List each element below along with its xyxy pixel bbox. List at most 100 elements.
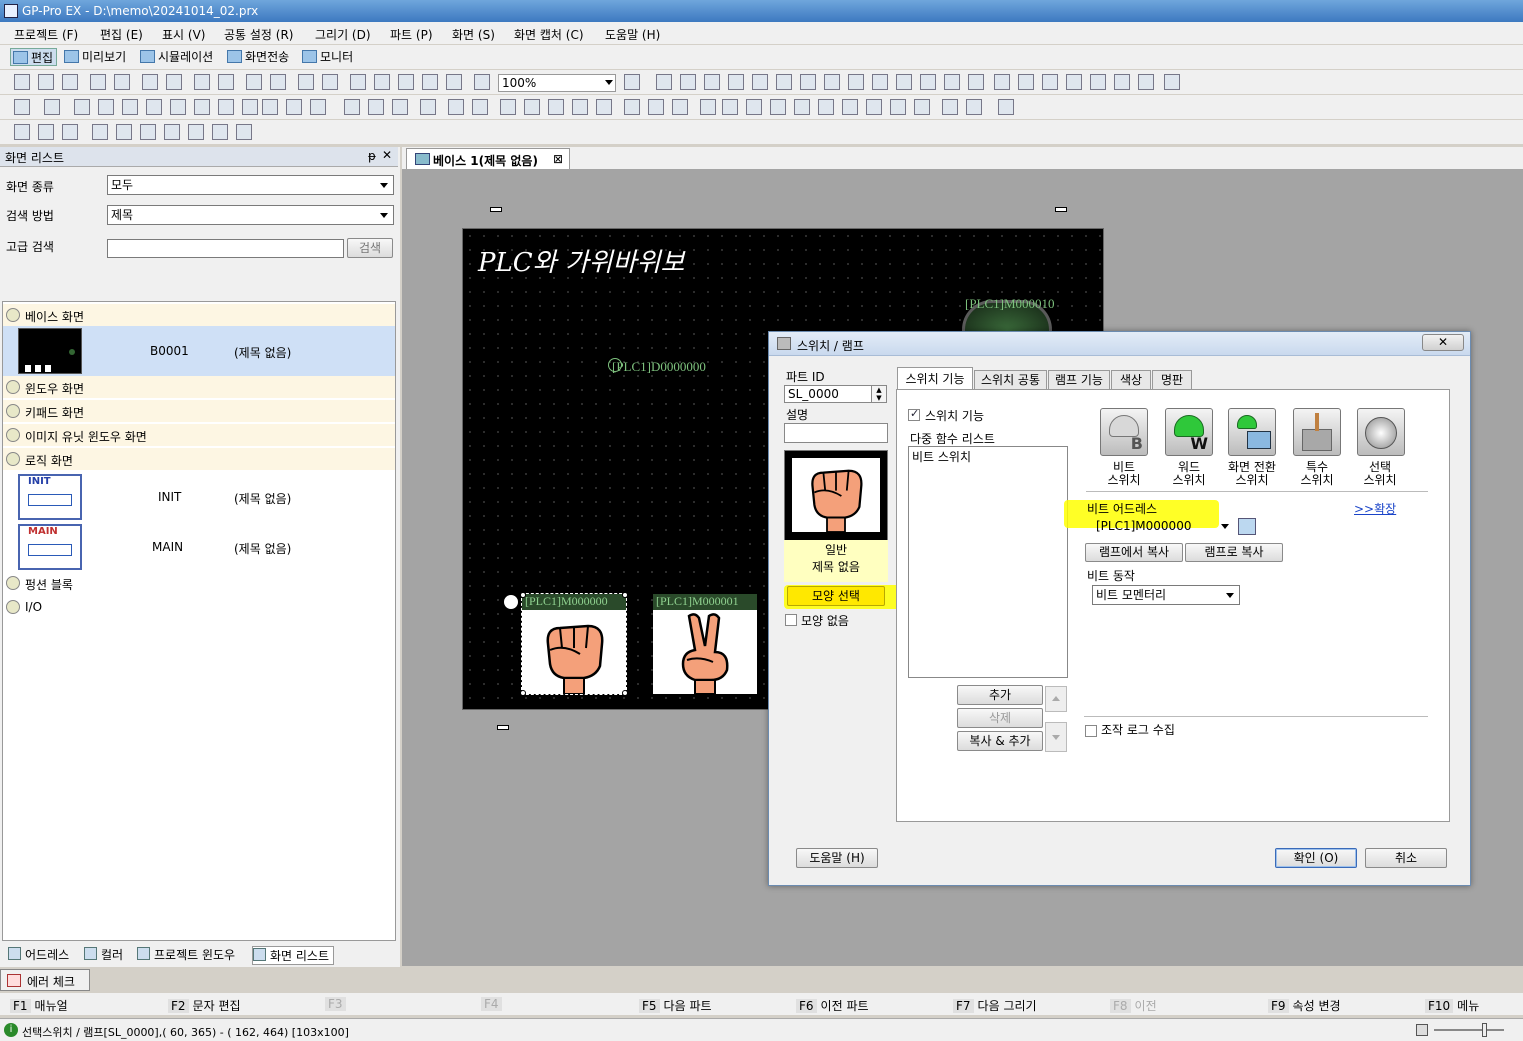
toolbar-button-icon[interactable] bbox=[218, 99, 234, 115]
toolbar-button-icon[interactable] bbox=[114, 74, 130, 90]
menu-parts[interactable]: 파트 (P) bbox=[390, 26, 433, 43]
copy-from-lamp-button[interactable]: 램프에서 복사 bbox=[1085, 543, 1183, 562]
toolbar-button-icon[interactable] bbox=[218, 74, 234, 90]
fkey-f2[interactable]: F2 문자 편집 bbox=[168, 997, 241, 1014]
selection-handle[interactable] bbox=[622, 690, 628, 696]
part-tool-icon[interactable] bbox=[503, 594, 519, 610]
fkey-f5[interactable]: F5 다음 파트 bbox=[639, 997, 712, 1014]
toolbar-button-icon[interactable] bbox=[166, 74, 182, 90]
group-keypad-screen[interactable]: 키패드 화면 bbox=[3, 400, 395, 422]
toolbar-button-icon[interactable] bbox=[824, 74, 840, 90]
word-switch-button[interactable]: W bbox=[1165, 408, 1213, 456]
toolbar-button-icon[interactable] bbox=[1138, 74, 1154, 90]
toolbar-button-icon[interactable] bbox=[1066, 74, 1082, 90]
toolbar-button-icon[interactable] bbox=[286, 99, 302, 115]
group-base-screen[interactable]: 베이스 화면 bbox=[3, 304, 395, 326]
toolbar-button-icon[interactable] bbox=[700, 99, 716, 115]
toolbar-button-icon[interactable] bbox=[1018, 74, 1034, 90]
toolbar-button-icon[interactable] bbox=[770, 99, 786, 115]
fkey-f8[interactable]: F8 이전 bbox=[1110, 997, 1157, 1014]
toolbar-button-icon[interactable] bbox=[98, 99, 114, 115]
list-item[interactable]: 비트 스위치 bbox=[912, 448, 971, 465]
toolbar-button-icon[interactable] bbox=[14, 99, 30, 115]
list-item-b0001[interactable]: B0001 (제목 없음) bbox=[3, 326, 395, 376]
toolbar-button-icon[interactable] bbox=[164, 124, 180, 140]
toolbar-button-icon[interactable] bbox=[572, 99, 588, 115]
toolbar-button-icon[interactable] bbox=[794, 99, 810, 115]
fkey-f9[interactable]: F9 속성 변경 bbox=[1268, 997, 1341, 1014]
toolbar-button-icon[interactable] bbox=[966, 99, 982, 115]
search-method-select[interactable]: 제목 bbox=[107, 205, 394, 225]
operation-log-checkbox[interactable] bbox=[1085, 725, 1097, 737]
selection-handle[interactable] bbox=[622, 592, 628, 598]
delete-button[interactable]: 삭제 bbox=[957, 708, 1043, 728]
bit-switch-button[interactable]: B bbox=[1100, 408, 1148, 456]
toolbar-button-icon[interactable] bbox=[872, 74, 888, 90]
add-button[interactable]: 추가 bbox=[957, 685, 1043, 705]
toolbar-button-icon[interactable] bbox=[548, 99, 564, 115]
toolbar-button-icon[interactable] bbox=[350, 74, 366, 90]
toolbar-button-icon[interactable] bbox=[680, 74, 696, 90]
shape-select-button[interactable]: 모양 선택 bbox=[787, 586, 885, 606]
toolbar-button-icon[interactable] bbox=[448, 99, 464, 115]
description-input[interactable] bbox=[784, 423, 888, 443]
toolbar-button-icon[interactable] bbox=[474, 74, 490, 90]
tab-switch-common[interactable]: 스위치 공통 bbox=[974, 370, 1047, 390]
zoom-slider[interactable] bbox=[1434, 1029, 1504, 1031]
special-switch-button[interactable] bbox=[1293, 408, 1341, 456]
fkey-f4[interactable]: F4 bbox=[481, 997, 506, 1011]
toolbar-button-icon[interactable] bbox=[398, 74, 414, 90]
toolbar-button-icon[interactable] bbox=[236, 124, 252, 140]
group-window-screen[interactable]: 윈도우 화면 bbox=[3, 376, 395, 398]
group-io[interactable]: I/O bbox=[3, 596, 395, 618]
zoom-select[interactable]: 100% bbox=[498, 74, 616, 92]
toolbar-button-icon[interactable] bbox=[752, 74, 768, 90]
toolbar-button-icon[interactable] bbox=[890, 99, 906, 115]
toolbar-button-icon[interactable] bbox=[62, 74, 78, 90]
toolbar-button-icon[interactable] bbox=[672, 99, 688, 115]
toolbar-button-icon[interactable] bbox=[194, 99, 210, 115]
close-icon[interactable]: ⊠ bbox=[553, 152, 563, 166]
resize-handle[interactable] bbox=[1055, 207, 1067, 212]
menu-edit[interactable]: 편집 (E) bbox=[100, 26, 143, 43]
zoom-slider-thumb[interactable] bbox=[1482, 1023, 1487, 1037]
toolbar-button-icon[interactable] bbox=[656, 74, 672, 90]
toolbar-button-icon[interactable] bbox=[92, 124, 108, 140]
resize-handle[interactable] bbox=[490, 207, 502, 212]
toolbar-button-icon[interactable] bbox=[14, 74, 30, 90]
move-down-button[interactable] bbox=[1045, 722, 1067, 752]
toolbar-button-icon[interactable] bbox=[1164, 74, 1180, 90]
toolbar-button-icon[interactable] bbox=[420, 99, 436, 115]
tab-nameplate[interactable]: 명판 bbox=[1152, 370, 1192, 390]
toolbar-button-icon[interactable] bbox=[472, 99, 488, 115]
toolbar-button-icon[interactable] bbox=[146, 99, 162, 115]
toolbar-button-icon[interactable] bbox=[270, 74, 286, 90]
toolbar-button-icon[interactable] bbox=[368, 99, 384, 115]
toolbar-button-icon[interactable] bbox=[998, 99, 1014, 115]
group-function-block[interactable]: 펑션 블록 bbox=[3, 572, 395, 594]
toolbar-button-icon[interactable] bbox=[446, 74, 462, 90]
selection-handle[interactable] bbox=[520, 592, 526, 598]
copy-add-button[interactable]: 복사 & 추가 bbox=[957, 731, 1043, 751]
toolbar-button-icon[interactable] bbox=[14, 124, 30, 140]
toolbar-button-icon[interactable] bbox=[242, 99, 258, 115]
toolbar-button-icon[interactable] bbox=[298, 74, 314, 90]
fkey-f1[interactable]: F1 매뉴얼 bbox=[10, 997, 68, 1014]
toolbar-button-icon[interactable] bbox=[968, 74, 984, 90]
toolbar-button-icon[interactable] bbox=[116, 124, 132, 140]
toolbar-button-icon[interactable] bbox=[38, 74, 54, 90]
toolbar-button-icon[interactable] bbox=[62, 124, 78, 140]
toolbar-button-icon[interactable] bbox=[38, 124, 54, 140]
screen-type-select[interactable]: 모두 bbox=[107, 175, 394, 195]
search-button[interactable]: 검색 bbox=[347, 238, 393, 258]
expand-link[interactable]: >>확장 bbox=[1354, 500, 1396, 517]
screen-title-text[interactable]: PLC와 가위바위보 bbox=[478, 242, 684, 279]
toolbar-button-icon[interactable] bbox=[170, 99, 186, 115]
toolbar-button-icon[interactable] bbox=[90, 74, 106, 90]
tab-address[interactable]: 어드레스 bbox=[8, 946, 69, 963]
pin-icon[interactable]: ᵽ bbox=[368, 149, 376, 163]
toolbar-button-icon[interactable] bbox=[1090, 74, 1106, 90]
mode-edit[interactable]: 편집 bbox=[10, 48, 58, 66]
fkey-f3[interactable]: F3 bbox=[325, 997, 350, 1011]
tab-base-1[interactable]: 베이스 1(제목 없음) ⊠ bbox=[406, 148, 570, 169]
